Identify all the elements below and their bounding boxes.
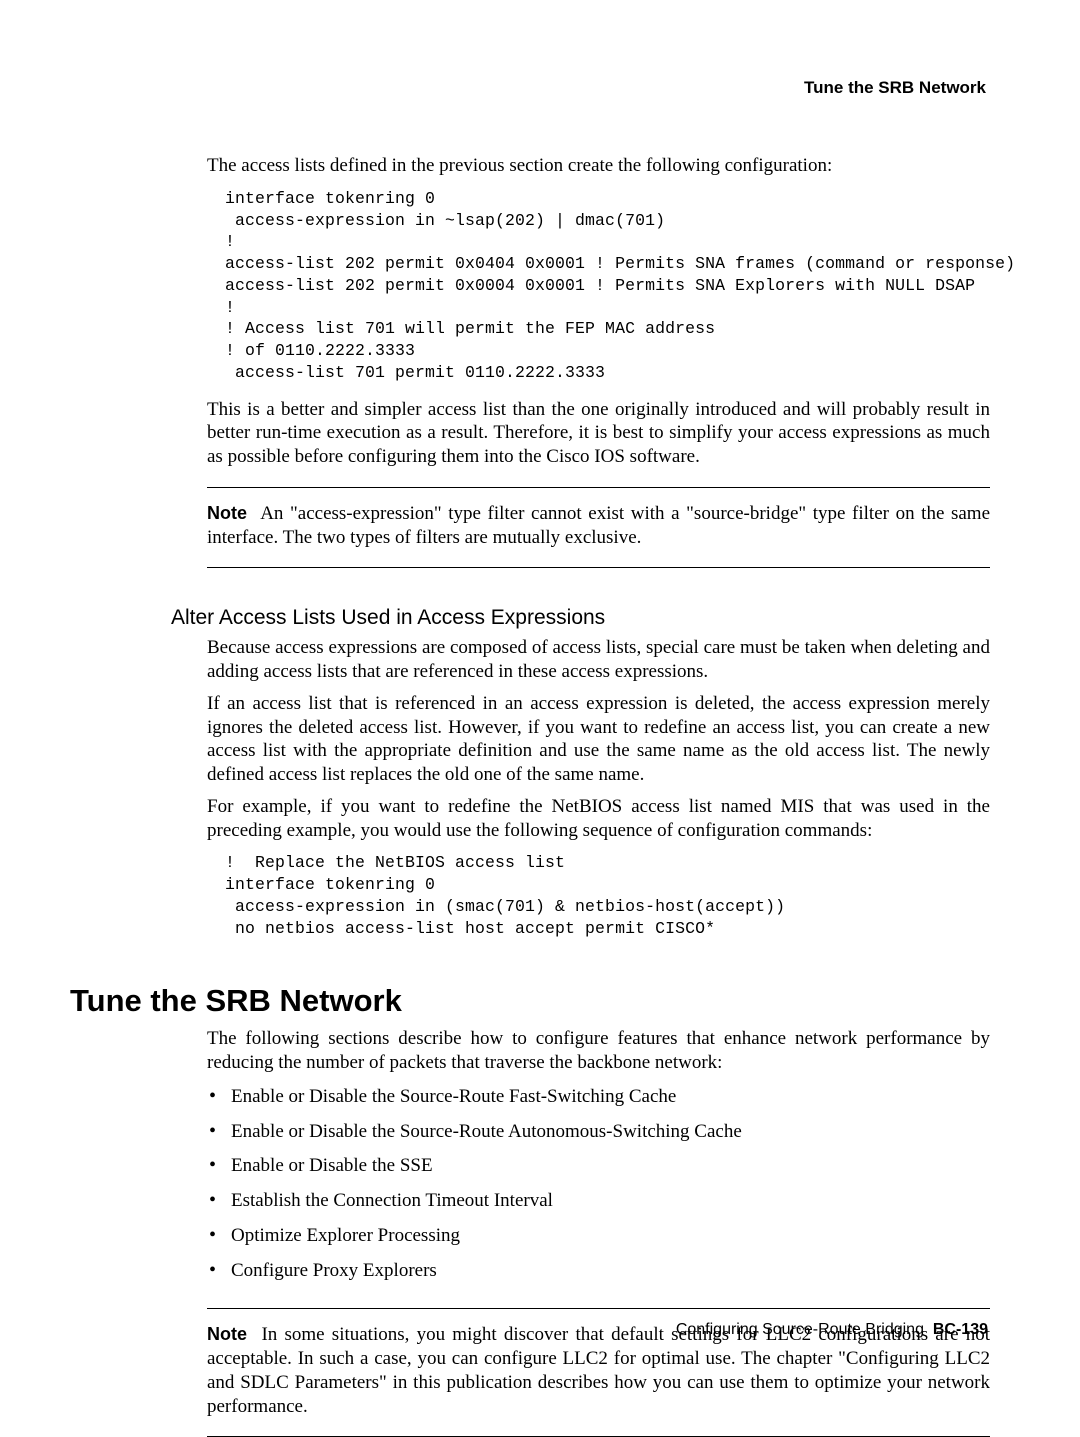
heading-level-1: Tune the SRB Network xyxy=(70,983,990,1019)
bullet-list: Enable or Disable the Source-Route Fast-… xyxy=(207,1085,990,1283)
note-label: Note xyxy=(207,503,247,523)
paragraph: The following sections describe how to c… xyxy=(207,1027,990,1075)
main-heading-wrap: Tune the SRB Network xyxy=(70,983,990,1019)
paragraph: This is a better and simpler access list… xyxy=(207,398,990,469)
note-paragraph: Note An "access-expression" type filter … xyxy=(207,502,990,550)
body-column: The following sections describe how to c… xyxy=(207,1027,990,1437)
intro-paragraph: The access lists defined in the previous… xyxy=(207,154,990,178)
note-label: Note xyxy=(207,1324,247,1344)
running-head: Tune the SRB Network xyxy=(94,78,986,98)
code-block-1: interface tokenring 0 access-expression … xyxy=(225,188,990,384)
horizontal-rule xyxy=(207,1308,990,1309)
footer-page-number: BC-139 xyxy=(933,1321,988,1338)
page-footer: Configuring Source-Route Bridging BC-139 xyxy=(676,1321,988,1339)
list-item: Enable or Disable the Source-Route Auton… xyxy=(207,1120,990,1144)
heading-level-3: Alter Access Lists Used in Access Expres… xyxy=(171,606,990,630)
list-item: Optimize Explorer Processing xyxy=(207,1224,990,1248)
paragraph: For example, if you want to redefine the… xyxy=(207,795,990,843)
list-item-text: Optimize Explorer Processing xyxy=(231,1225,460,1246)
body-column: Because access expressions are composed … xyxy=(207,636,990,939)
paragraph: Because access expressions are composed … xyxy=(207,636,990,684)
list-item: Enable or Disable the Source-Route Fast-… xyxy=(207,1085,990,1109)
list-item: Establish the Connection Timeout Interva… xyxy=(207,1189,990,1213)
horizontal-rule xyxy=(207,487,990,488)
list-item: Configure Proxy Explorers xyxy=(207,1259,990,1283)
body-column: The access lists defined in the previous… xyxy=(207,154,990,568)
list-item: Enable or Disable the SSE xyxy=(207,1154,990,1178)
page-container: Tune the SRB Network The access lists de… xyxy=(0,0,1080,1397)
horizontal-rule xyxy=(207,567,990,568)
list-item-text: Establish the Connection Timeout Interva… xyxy=(231,1190,553,1211)
footer-chapter: Configuring Source-Route Bridging xyxy=(676,1321,924,1338)
code-block-2: ! Replace the NetBIOS access list interf… xyxy=(225,852,990,939)
list-item-text: Enable or Disable the Source-Route Auton… xyxy=(231,1121,742,1142)
paragraph: If an access list that is referenced in … xyxy=(207,692,990,787)
list-item-text: Enable or Disable the Source-Route Fast-… xyxy=(231,1086,676,1107)
list-item-text: Configure Proxy Explorers xyxy=(231,1260,437,1281)
list-item-text: Enable or Disable the SSE xyxy=(231,1155,433,1176)
note-text: An "access-expression" type filter canno… xyxy=(207,503,990,548)
subsection: Alter Access Lists Used in Access Expres… xyxy=(171,606,990,630)
